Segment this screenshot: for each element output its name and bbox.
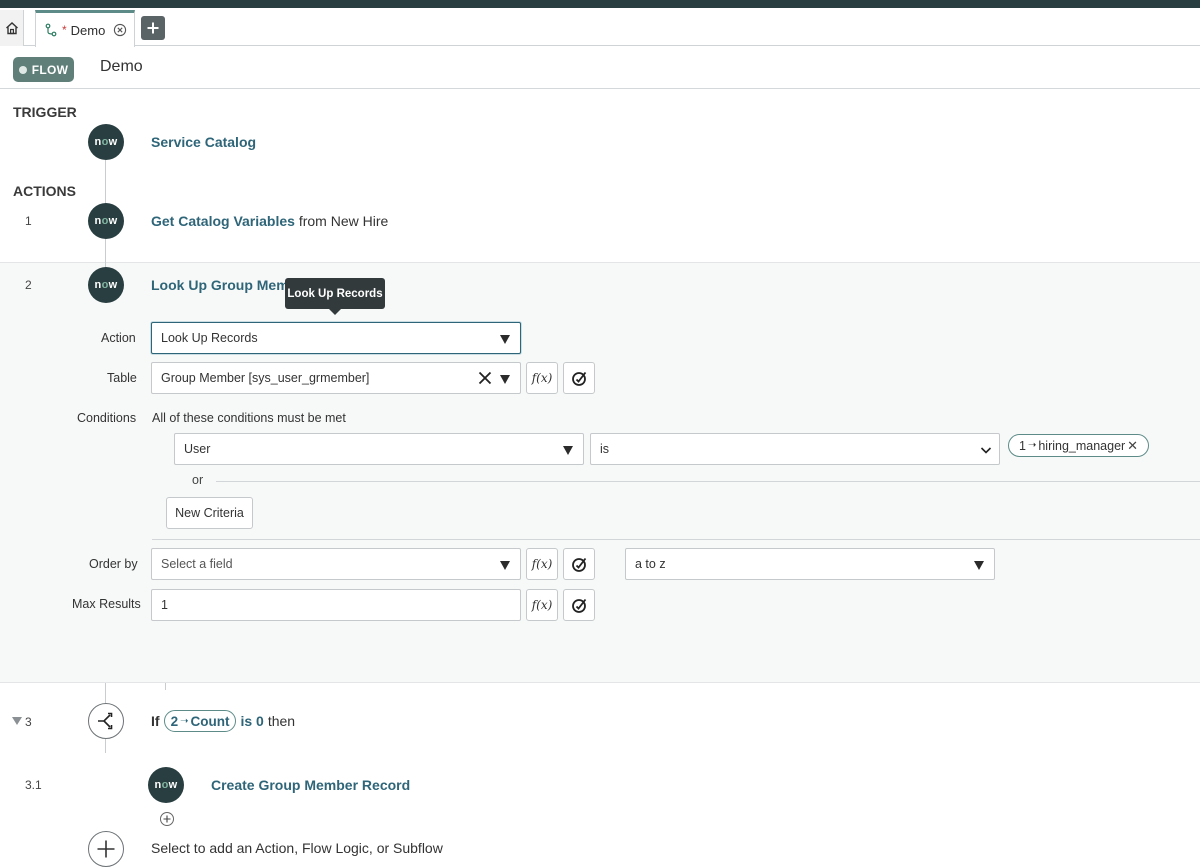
now-icon: now [88,267,124,303]
clear-icon[interactable] [478,371,492,385]
order-by-fx-button[interactable]: f(x) [526,548,558,580]
table-fx-button[interactable]: f(x) [526,362,558,394]
step-number: 3.1 [25,778,42,792]
tab-strip: * Demo [0,8,1200,47]
step-1-title[interactable]: Get Catalog Variables from New Hire [151,213,388,229]
trigger-title[interactable]: Service Catalog [151,134,256,150]
chevron-down-icon [980,447,992,454]
step-number: 1 [25,214,32,228]
max-results-fx-button[interactable]: f(x) [526,589,558,621]
count-data-pill[interactable]: 2 ➝ Count [163,710,237,732]
step-1-source: from New Hire [298,213,389,229]
add-step-button[interactable] [88,831,124,867]
add-nested-step-button[interactable] [160,812,174,826]
pill-value: hiring_manager [1038,438,1126,453]
data-pill-picker-icon [572,371,587,386]
page-title: Demo [100,58,143,75]
tab-demo[interactable]: * Demo [35,10,135,47]
order-direction-value: a to z [635,557,666,571]
now-icon: now [88,203,124,239]
then-keyword: then [267,713,296,729]
order-by-data-pill-button[interactable] [563,548,595,580]
order-by-select[interactable]: Select a field [151,548,521,580]
or-separator-label: or [192,473,204,487]
tooltip: Look Up Records [285,278,385,315]
caret-down-icon [500,335,510,344]
add-tab-button[interactable] [141,16,165,40]
step-number: 2 [25,278,32,292]
home-tab[interactable] [0,10,24,46]
order-by-label: Order by [89,557,138,571]
flow-header: FLOW Demo [0,46,1200,89]
step-number: 3 [25,715,32,729]
flow-badge-label: FLOW [31,62,69,77]
condition-data-pill[interactable]: 1 ➝ hiring_manager ✕ [1008,434,1149,457]
order-by-placeholder: Select a field [161,557,233,571]
max-results-value: 1 [161,598,168,612]
conditions-description: All of these conditions must be met [152,411,346,425]
condition-operator-select[interactable]: is [590,433,1000,465]
timeline-connector [165,683,166,690]
now-icon: now [88,124,124,160]
pill-arrow: ➝ [180,715,189,727]
fx-icon: f(x) [531,598,553,612]
caret-down-icon [500,375,510,384]
action-select-value: Look Up Records [161,331,258,345]
add-step-prompt[interactable]: Select to add an Action, Flow Logic, or … [151,840,443,856]
max-results-data-pill-button[interactable] [563,589,595,621]
plus-icon [147,22,159,34]
fx-icon: f(x) [531,371,553,385]
plus-icon [163,815,171,823]
step-3-1-title[interactable]: Create Group Member Record [211,777,410,793]
condition-operator-value: is [600,442,610,456]
conditions-label: Conditions [77,411,137,425]
flow-logic-icon [88,703,124,739]
table-data-pill-button[interactable] [563,362,595,394]
remove-pill-icon[interactable]: ✕ [1127,438,1138,454]
table-label: Table [107,371,137,385]
tab-label: Demo [70,22,106,38]
timeline-connector [105,683,106,703]
condition-field-value: User [184,442,211,456]
if-keyword: If [151,713,160,729]
flow-badge: FLOW [13,57,74,82]
plus-icon [97,840,115,858]
table-select[interactable]: Group Member [sys_user_grmember] [151,362,521,394]
close-tab-icon[interactable] [113,23,127,37]
unsaved-indicator: * [62,23,67,37]
order-direction-select[interactable]: a to z [625,548,995,580]
trigger-section-label: TRIGGER [13,104,77,120]
pill-value: Count [190,713,230,729]
action-label: Action [101,331,136,345]
caret-down-icon [563,446,573,455]
new-criteria-button[interactable]: New Criteria [166,497,253,529]
condition-expression: is 0 [240,713,264,729]
fx-icon: f(x) [531,557,553,571]
divider [152,539,1200,540]
timeline-connector [105,739,106,753]
table-select-value: Group Member [sys_user_grmember] [161,371,370,385]
pill-arrow: ➝ [1027,440,1037,451]
branch-icon [98,712,113,730]
top-nav-bar [0,0,1200,8]
max-results-input[interactable]: 1 [151,589,521,621]
pill-step-number: 2 [170,713,179,729]
caret-down-icon [500,561,510,570]
data-pill-picker-icon [572,557,587,572]
now-icon: now [148,767,184,803]
actions-section-label: ACTIONS [13,183,76,199]
step-3-condition[interactable]: If 2 ➝ Count is 0 then [151,710,295,732]
step-1-action-name: Get Catalog Variables [151,213,295,229]
data-pill-picker-icon [572,598,587,613]
flow-icon [45,23,57,37]
status-dot [18,65,27,74]
condition-field-select[interactable]: User [174,433,584,465]
collapse-toggle-icon[interactable] [12,717,22,725]
max-results-label: Max Results [72,597,141,611]
or-divider [216,481,1200,482]
caret-down-icon [974,561,984,570]
action-select[interactable]: Look Up Records [151,322,521,354]
home-icon [5,22,18,35]
pill-step-number: 1 [1019,438,1026,453]
